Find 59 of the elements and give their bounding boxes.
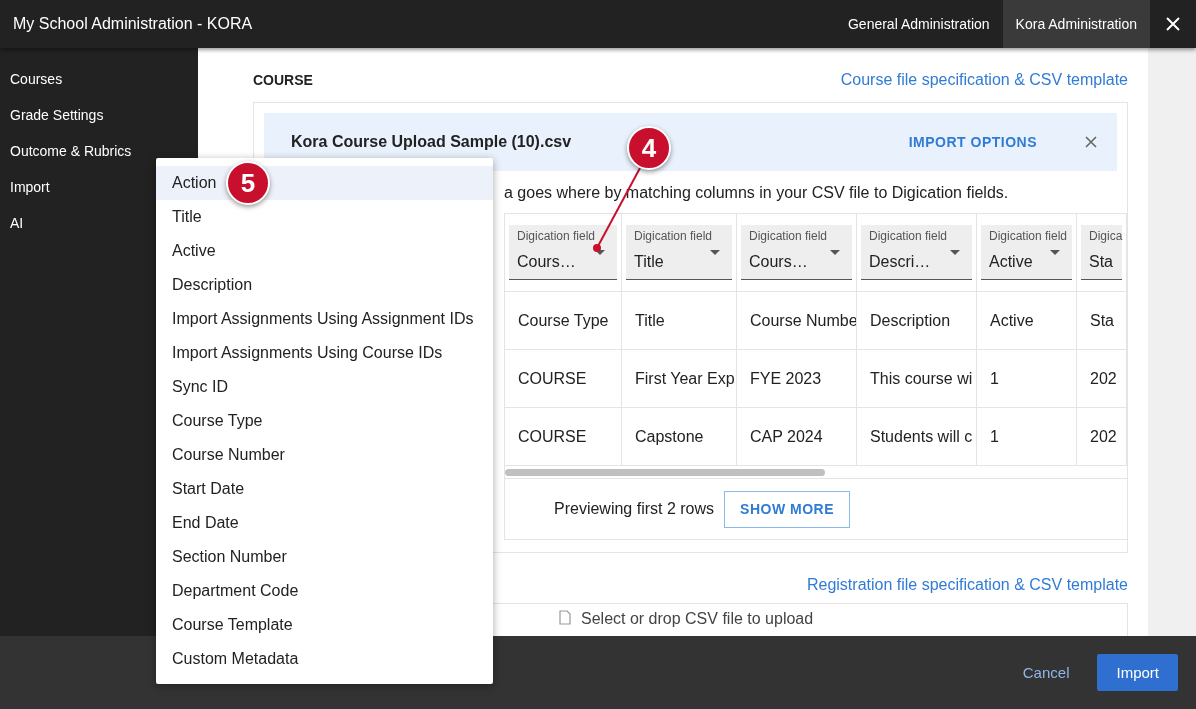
show-more-button[interactable]: SHOW MORE bbox=[724, 490, 850, 528]
sidebar-item[interactable]: Courses bbox=[0, 70, 198, 88]
cancel-button[interactable]: Cancel bbox=[1016, 663, 1076, 682]
menu-item[interactable]: Course Type bbox=[156, 404, 493, 438]
menu-item[interactable]: Custom Metadata bbox=[156, 642, 493, 676]
nav-tab[interactable]: Kora Administration bbox=[1002, 0, 1150, 48]
menu-item[interactable]: End Date bbox=[156, 506, 493, 540]
table-cell: COURSE bbox=[505, 350, 622, 407]
menu-item[interactable]: Course Number bbox=[156, 438, 493, 472]
preview-text: Previewing first 2 rows bbox=[554, 500, 715, 518]
import-options-button[interactable]: IMPORT OPTIONS bbox=[902, 133, 1043, 151]
menu-item[interactable]: Start Date bbox=[156, 472, 493, 506]
table-cell: 1 bbox=[977, 350, 1077, 407]
field-dropdown[interactable]: Digica Sta bbox=[1081, 225, 1122, 280]
menu-item[interactable]: Active bbox=[156, 234, 493, 268]
table-cell: Description bbox=[857, 292, 977, 349]
spec-link[interactable]: Registration file specification & CSV template bbox=[806, 576, 1128, 594]
window-title: My School Administration - KORA bbox=[12, 15, 254, 33]
table-cell: Course Numbe bbox=[737, 292, 857, 349]
menu-item[interactable]: Course Template bbox=[156, 608, 493, 642]
field-dropdown[interactable]: Digication field Title bbox=[626, 225, 732, 280]
description-text: a goes where by matching columns in your CSV file to Digication fields. bbox=[504, 183, 1010, 203]
table-cell: 202 bbox=[1077, 350, 1127, 407]
table-cell: 202 bbox=[1077, 408, 1127, 465]
table-cell: Course Type bbox=[505, 292, 622, 349]
file-icon bbox=[559, 610, 571, 625]
table-cell: Title bbox=[622, 292, 737, 349]
table-cell: CAP 2024 bbox=[737, 408, 857, 465]
table-cell: Sta bbox=[1077, 292, 1127, 349]
table-cell: 1 bbox=[977, 408, 1077, 465]
menu-item[interactable]: Description bbox=[156, 268, 493, 302]
section-heading: COURSE bbox=[253, 72, 313, 88]
table-cell: Students will c bbox=[857, 408, 977, 465]
import-button[interactable]: Import bbox=[1097, 654, 1178, 691]
menu-item[interactable]: Import Assignments Using Course IDs bbox=[156, 336, 493, 370]
caret-icon bbox=[830, 250, 840, 255]
table-cell: First Year Exp bbox=[622, 350, 737, 407]
field-dropdown[interactable]: Digication field Cours… bbox=[509, 225, 617, 280]
menu-item[interactable]: Department Code bbox=[156, 574, 493, 608]
table-cell: This course wi bbox=[857, 350, 977, 407]
nav-tab[interactable]: General Administration bbox=[834, 0, 1003, 48]
table-cell: FYE 2023 bbox=[737, 350, 857, 407]
scrollbar-thumb[interactable] bbox=[505, 468, 825, 476]
caret-icon bbox=[710, 250, 720, 255]
table-cell: COURSE bbox=[505, 408, 622, 465]
field-dropdown[interactable]: Digication field Descri… bbox=[861, 225, 972, 280]
caret-icon bbox=[950, 250, 960, 255]
sidebar-item[interactable]: Grade Settings bbox=[0, 106, 198, 124]
menu-item[interactable]: Section Number bbox=[156, 540, 493, 574]
field-dropdown[interactable]: Digication field Active bbox=[981, 225, 1072, 280]
file-name: Kora Course Upload Sample (10).csv bbox=[291, 133, 572, 151]
menu-item[interactable]: Import Assignments Using Assignment IDs bbox=[156, 302, 493, 336]
table-cell: Capstone bbox=[622, 408, 737, 465]
table-cell: Active bbox=[977, 292, 1077, 349]
field-dropdown[interactable]: Digication field Cours… bbox=[741, 225, 852, 280]
caret-icon bbox=[1050, 250, 1060, 255]
menu-item[interactable]: Sync ID bbox=[156, 370, 493, 404]
spec-link[interactable]: Course file specification & CSV template bbox=[840, 71, 1128, 89]
sidebar-item[interactable]: Outcome & Rubrics bbox=[0, 142, 198, 160]
